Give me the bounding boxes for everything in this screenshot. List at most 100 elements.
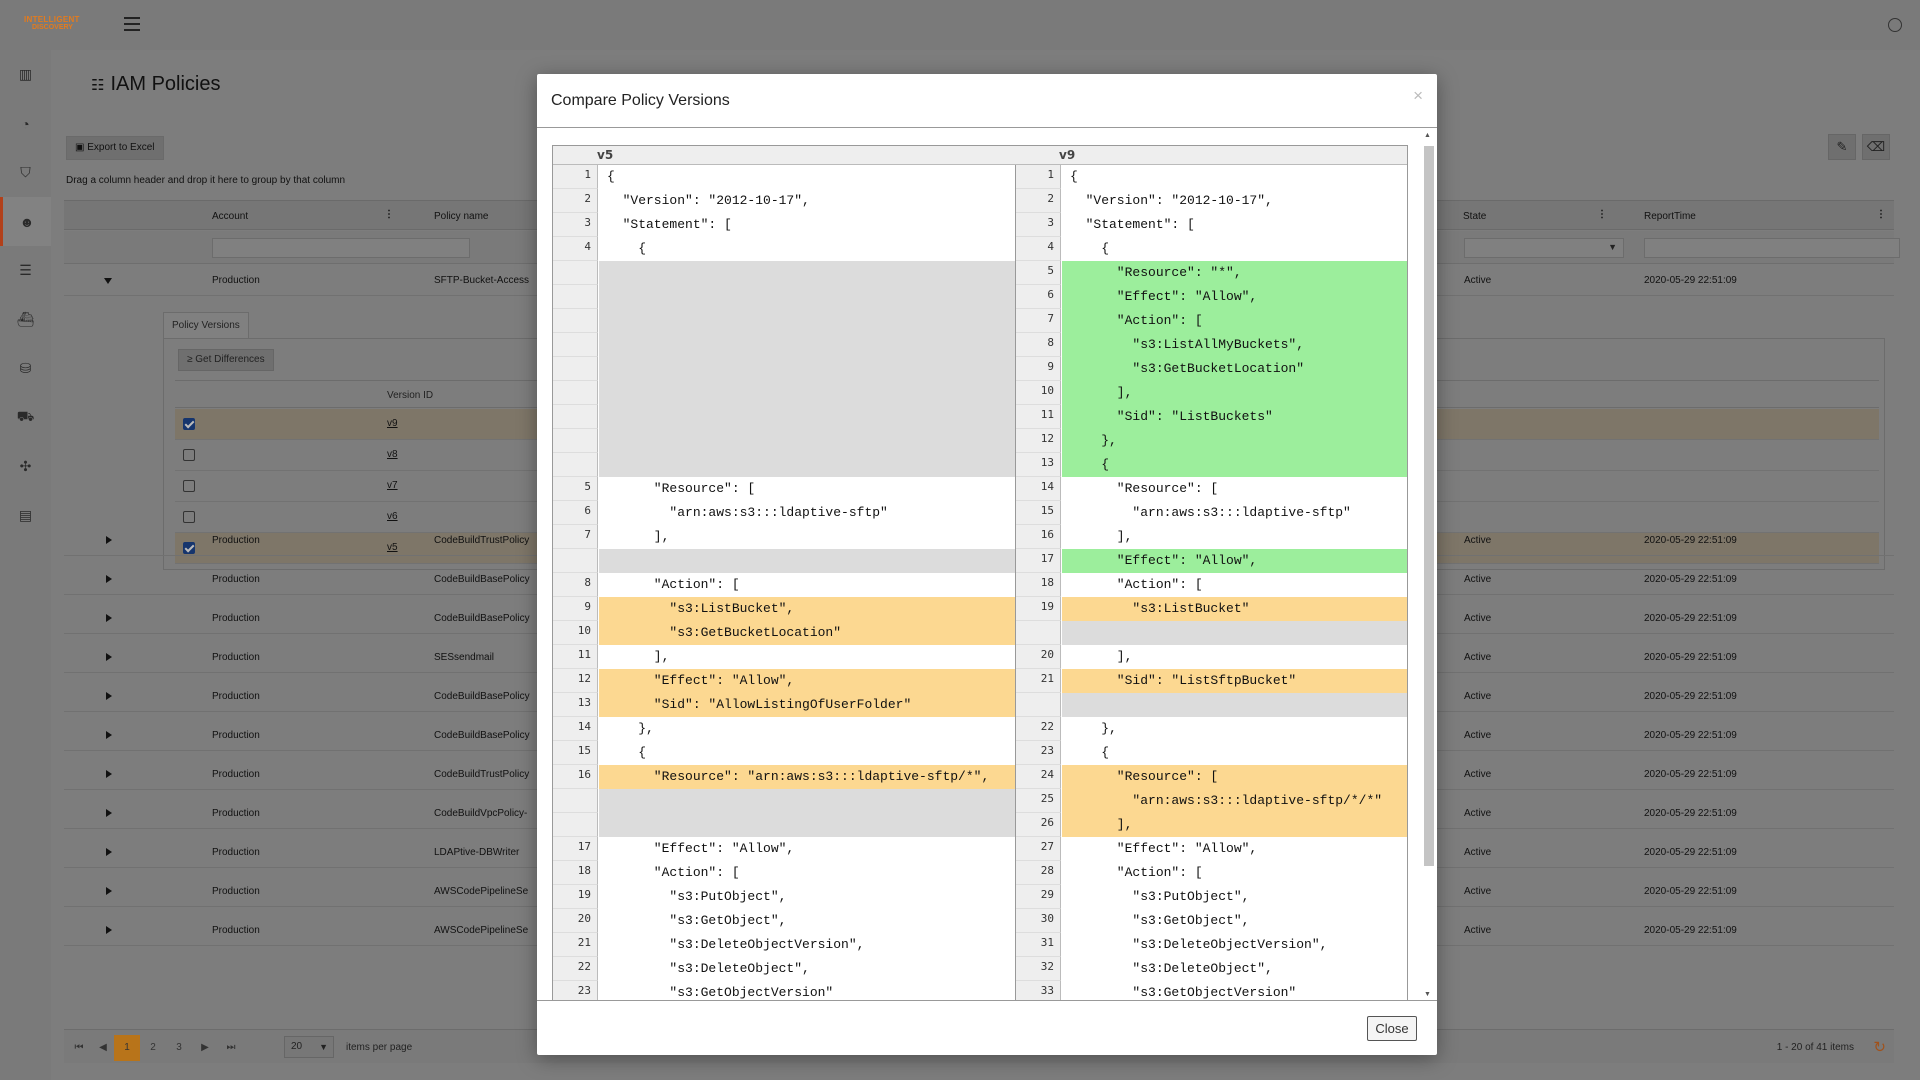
line-number: 15 — [553, 741, 598, 765]
last-page-icon[interactable]: ⏭ — [218, 1035, 244, 1061]
col-policy-name[interactable]: Policy name — [434, 211, 488, 222]
version-link[interactable]: v9 — [387, 418, 398, 429]
scroll-thumb[interactable] — [1424, 146, 1434, 866]
code-text: "Version": "2012-10-17", — [1070, 193, 1273, 208]
pie-chart-icon[interactable]: ◔ — [0, 99, 51, 148]
app-logo[interactable]: INTELLIGENT DISCOVERY — [24, 15, 90, 35]
expand-icon[interactable] — [106, 770, 112, 778]
expand-icon[interactable] — [106, 653, 112, 661]
menu-icon[interactable] — [124, 17, 140, 31]
line-number — [553, 333, 598, 357]
page-3[interactable]: 3 — [166, 1035, 192, 1061]
collapse-icon[interactable] — [104, 278, 112, 284]
close-icon[interactable]: × — [1413, 86, 1423, 106]
state-filter-select[interactable]: ▼ — [1464, 238, 1624, 258]
expand-icon[interactable] — [106, 887, 112, 895]
right-toolbar: ✎ ⌫ — [1822, 134, 1890, 160]
chart-icon[interactable]: ▥ — [0, 50, 51, 99]
code-text — [599, 405, 1015, 429]
expand-icon[interactable] — [106, 731, 112, 739]
column-menu-icon[interactable]: ⋮ — [1597, 209, 1607, 220]
modal-scrollbar[interactable]: ▲ ▼ — [1421, 132, 1435, 998]
line-number: 7 — [553, 525, 598, 549]
next-page-icon[interactable]: ▶ — [192, 1035, 218, 1061]
network-icon[interactable]: ✣ — [0, 442, 51, 491]
get-differences-button[interactable]: ≥ Get Differences — [178, 349, 274, 371]
refresh-icon[interactable]: ↻ — [1873, 1038, 1886, 1056]
line-number — [553, 261, 598, 285]
version-link[interactable]: v6 — [387, 511, 398, 522]
users-icon[interactable]: ☻ — [0, 197, 51, 246]
scroll-down-icon[interactable]: ▼ — [1424, 991, 1431, 998]
diff-line: 12 "Effect": "Allow", — [553, 669, 1015, 693]
code-text: ], — [1070, 529, 1133, 544]
expand-icon[interactable] — [106, 848, 112, 856]
prev-page-icon[interactable]: ◀ — [90, 1035, 116, 1061]
code-text: "Version": "2012-10-17", — [607, 193, 810, 208]
account-filter-input[interactable] — [212, 238, 470, 258]
page-size-select[interactable]: 20 ▼ — [284, 1036, 334, 1058]
line-number: 4 — [1016, 237, 1061, 261]
code-text: "s3:PutObject", — [1070, 889, 1250, 904]
expand-icon[interactable] — [106, 692, 112, 700]
line-number: 6 — [1016, 285, 1061, 309]
clear-filter-icon[interactable]: ⌫ — [1862, 134, 1890, 160]
line-number: 29 — [1016, 885, 1061, 909]
scroll-up-icon[interactable]: ▲ — [1424, 132, 1431, 139]
line-number: 16 — [1016, 525, 1061, 549]
line-number: 13 — [553, 693, 598, 717]
code-text — [599, 261, 1015, 285]
list-icon[interactable]: ☰ — [0, 246, 51, 295]
expand-icon[interactable] — [106, 575, 112, 583]
version-checkbox[interactable] — [183, 418, 195, 430]
code-text: "s3:ListBucket", — [599, 597, 1015, 621]
car-icon[interactable]: ⛟ — [0, 393, 51, 442]
tab-policy-versions[interactable]: Policy Versions — [163, 312, 249, 338]
export-excel-button[interactable]: ▣ Export to Excel — [66, 136, 164, 160]
version-checkbox[interactable] — [183, 511, 195, 523]
diff-line: 14 "Resource": [ — [1016, 477, 1407, 501]
code-text: ], — [1062, 813, 1407, 837]
code-text — [599, 309, 1015, 333]
modal-title: Compare Policy Versions — [551, 92, 730, 109]
shield-icon[interactable]: ⛉ — [0, 148, 51, 197]
diff-line: 16 ], — [1016, 525, 1407, 549]
line-number: 21 — [553, 933, 598, 957]
column-menu-icon[interactable]: ⋮ — [384, 209, 394, 220]
page-2[interactable]: 2 — [140, 1035, 166, 1061]
version-link[interactable]: v8 — [387, 449, 398, 460]
edit-columns-icon[interactable]: ✎ — [1828, 134, 1856, 160]
version-link[interactable]: v7 — [387, 480, 398, 491]
page-1[interactable]: 1 — [114, 1035, 140, 1061]
col-account[interactable]: Account — [212, 211, 248, 222]
diff-line: 1{ — [553, 165, 1015, 189]
expand-icon[interactable] — [106, 536, 112, 544]
expand-icon[interactable] — [106, 809, 112, 817]
close-button[interactable]: Close — [1367, 1016, 1417, 1041]
code-text: "s3:DeleteObject", — [607, 961, 810, 976]
diff-line: 3 "Statement": [ — [1016, 213, 1407, 237]
user-icon[interactable] — [1888, 18, 1902, 32]
diff-line — [553, 357, 1015, 381]
col-version-id[interactable]: Version ID — [387, 390, 433, 401]
docker-icon[interactable]: ⛴ — [0, 295, 51, 344]
code-text — [599, 381, 1015, 405]
expand-icon[interactable] — [106, 926, 112, 934]
column-menu-icon[interactable]: ⋮ — [1876, 209, 1886, 220]
code-text: "s3:GetBucketLocation" — [599, 621, 1015, 645]
report-time-filter-input[interactable] — [1644, 238, 1900, 258]
version-checkbox[interactable] — [183, 480, 195, 492]
line-number: 18 — [1016, 573, 1061, 597]
line-number — [553, 789, 598, 813]
col-report-time[interactable]: ReportTime — [1644, 211, 1696, 222]
code-text: "Effect": "Allow", — [1062, 285, 1407, 309]
expand-icon[interactable] — [106, 614, 112, 622]
line-number: 5 — [1016, 261, 1061, 285]
report-icon[interactable]: ▤ — [0, 491, 51, 540]
col-state[interactable]: State — [1463, 211, 1486, 222]
line-number: 20 — [1016, 645, 1061, 669]
first-page-icon[interactable]: ⏮ — [66, 1035, 92, 1061]
database-icon[interactable]: ⛁ — [0, 344, 51, 393]
code-text: "s3:DeleteObject", — [1070, 961, 1273, 976]
version-checkbox[interactable] — [183, 449, 195, 461]
